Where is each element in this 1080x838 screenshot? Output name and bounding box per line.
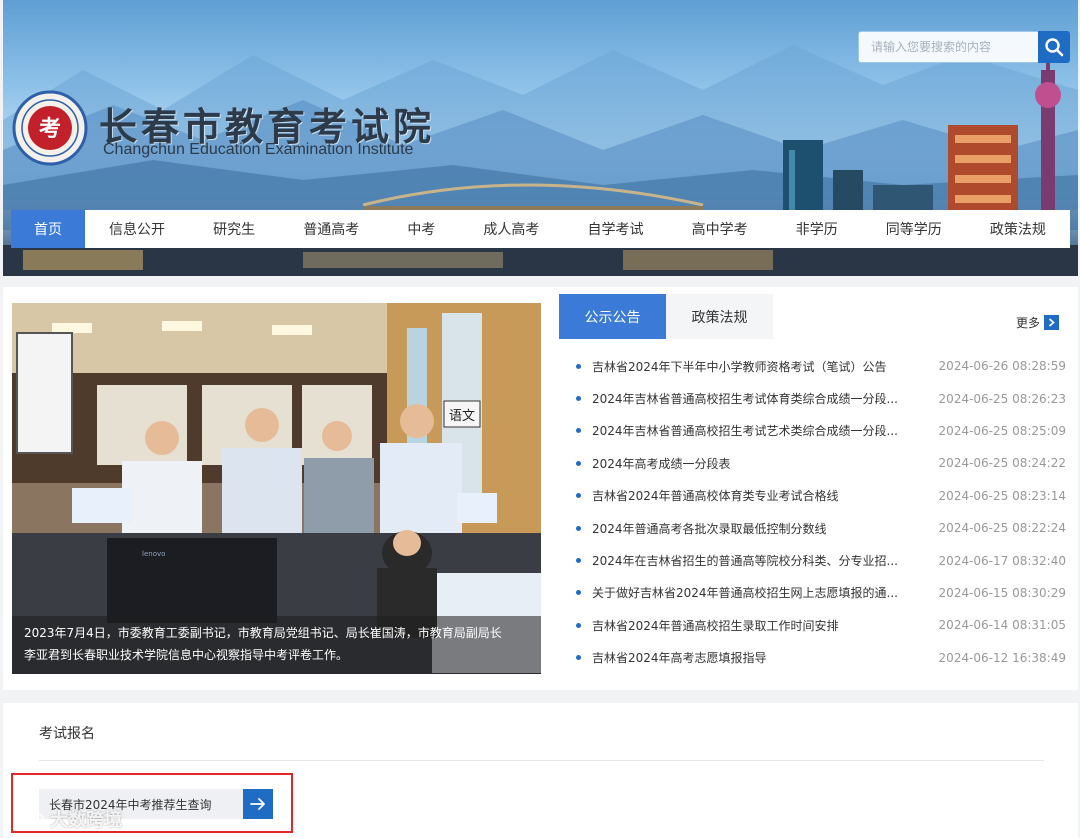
notice-date: 2024-06-15 08:30:29 — [938, 585, 1066, 600]
list-item[interactable]: 吉林省2024年高考志愿填报指导 2024-06-12 16:38:49 — [576, 642, 1066, 674]
list-item[interactable]: 吉林省2024年下半年中小学教师资格考试（笔试）公告 2024-06-26 08:… — [576, 350, 1066, 382]
feature-caption[interactable]: 2023年7月4日，市委教育工委副书记，市教育局党组书记、局长崔国涛，市教育局副… — [12, 616, 541, 674]
tab-policies[interactable]: 政策法规 — [666, 294, 773, 339]
bullet-icon — [576, 558, 581, 564]
search-button[interactable] — [1038, 31, 1070, 63]
more-link[interactable]: 更多 — [1016, 314, 1060, 331]
notice-title: 吉林省2024年普通高校招生录取工作时间安排 — [592, 618, 839, 633]
notice-title: 吉林省2024年高考志愿填报指导 — [592, 651, 767, 666]
more-label: 更多 — [1016, 316, 1041, 330]
bullet-icon — [576, 655, 581, 661]
watermark: 大数跨境 — [22, 806, 122, 832]
notice-date: 2024-06-25 08:22:24 — [938, 521, 1066, 536]
nav-item-academic-test[interactable]: 高中学考 — [668, 210, 772, 248]
nav-item-adult-exam[interactable]: 成人高考 — [459, 210, 563, 248]
notice-title: 吉林省2024年下半年中小学教师资格考试（笔试）公告 — [592, 359, 887, 374]
emblem-glyph: 考 — [39, 116, 61, 142]
nav-item-policy[interactable]: 政策法规 — [966, 210, 1070, 248]
feature-monitor — [107, 538, 277, 623]
notice-title: 关于做好吉林省2024年普通高校招生网上志愿填报的通... — [592, 586, 898, 601]
list-item[interactable]: 2024年高考成绩一分段表 2024-06-25 08:24:22 — [576, 447, 1066, 479]
chevron-right-icon — [1044, 315, 1060, 330]
notice-tabs: 公示公告 政策法规 — [559, 294, 773, 339]
list-item[interactable]: 2024年在吉林省招生的普通高等院校分科类、分专业招... 2024-06-17 … — [576, 544, 1066, 576]
feature-caption-line2: 李亚君到长春职业技术学院信息中心视察指导中考评卷工作。 — [24, 648, 349, 662]
bullet-icon — [576, 428, 581, 434]
exam-registration-section: 考试报名 长春市2024年中考推荐生查询 — [3, 703, 1078, 838]
nav-item-equivalent-degree[interactable]: 同等学历 — [862, 210, 966, 248]
notice-date: 2024-06-17 08:32:40 — [938, 553, 1066, 568]
nav-item-self-study[interactable]: 自学考试 — [563, 210, 667, 248]
notice-title: 2024年在吉林省招生的普通高等院校分科类、分专业招... — [592, 554, 898, 569]
section-title: 考试报名 — [39, 726, 95, 742]
search-input[interactable] — [858, 31, 1038, 63]
notice-title: 2024年普通高考各批次录取最低控制分数线 — [592, 521, 827, 536]
go-button[interactable] — [243, 789, 273, 819]
bullet-icon — [576, 363, 581, 369]
main-content: 语文 lenovo 2023年7月4日，市委教育工委副书记，市教育局党组书记、局… — [3, 287, 1078, 690]
classroom-sign-text: 语文 — [449, 409, 475, 424]
notice-date: 2024-06-25 08:25:09 — [938, 423, 1066, 438]
notice-title: 2024年吉林省普通高校招生考试体育类综合成绩一分段... — [592, 392, 898, 407]
notice-date: 2024-06-26 08:28:59 — [938, 359, 1066, 374]
notice-title: 2024年高考成绩一分段表 — [592, 456, 731, 471]
nav-item-graduate[interactable]: 研究生 — [189, 210, 279, 248]
site-title-en: Changchun Education Examination Institut… — [103, 141, 414, 158]
notice-date: 2024-06-12 16:38:49 — [938, 650, 1066, 665]
notice-list: 吉林省2024年下半年中小学教师资格考试（笔试）公告 2024-06-26 08:… — [576, 350, 1066, 674]
search-box — [858, 31, 1070, 63]
monitor-brand-text: lenovo — [142, 550, 165, 558]
list-item[interactable]: 吉林省2024年普通高校招生录取工作时间安排 2024-06-14 08:31:0… — [576, 609, 1066, 641]
divider — [39, 760, 1044, 761]
nav-item-home[interactable]: 首页 — [11, 210, 85, 248]
main-nav: 首页 信息公开 研究生 普通高考 中考 成人高考 自学考试 高中学考 非学历 同… — [11, 210, 1070, 248]
institute-emblem: 考 — [12, 90, 88, 166]
bullet-icon — [576, 493, 581, 499]
search-icon — [1045, 38, 1064, 57]
nav-item-info-disclosure[interactable]: 信息公开 — [85, 210, 189, 248]
bullet-icon — [576, 590, 581, 596]
nav-item-gaokao[interactable]: 普通高考 — [279, 210, 383, 248]
list-item[interactable]: 2024年普通高考各批次录取最低控制分数线 2024-06-25 08:22:24 — [576, 512, 1066, 544]
bullet-icon — [576, 525, 581, 531]
watermark-text: 大数跨境 — [50, 810, 122, 831]
notice-date: 2024-06-25 08:24:22 — [938, 456, 1066, 471]
feature-caption-line1: 2023年7月4日，市委教育工委副书记，市教育局党组书记、局长崔国涛，市教育局副… — [24, 626, 502, 640]
tab-announcements[interactable]: 公示公告 — [559, 294, 666, 339]
list-item[interactable]: 吉林省2024年普通高校体育类专业考试合格线 2024-06-25 08:23:1… — [576, 480, 1066, 512]
nav-item-zhongkao[interactable]: 中考 — [383, 210, 459, 248]
list-item[interactable]: 2024年吉林省普通高校招生考试体育类综合成绩一分段... 2024-06-25 … — [576, 382, 1066, 414]
bullet-icon — [576, 396, 581, 402]
nav-item-non-degree[interactable]: 非学历 — [772, 210, 862, 248]
watermark-logo-icon — [23, 813, 44, 825]
bullet-icon — [576, 622, 581, 628]
bullet-icon — [576, 460, 581, 466]
list-item[interactable]: 2024年吉林省普通高校招生考试艺术类综合成绩一分段... 2024-06-25 … — [576, 415, 1066, 447]
feature-photo[interactable]: 语文 lenovo 2023年7月4日，市委教育工委副书记，市教育局党组书记、局… — [12, 303, 541, 674]
notice-title: 2024年吉林省普通高校招生考试艺术类综合成绩一分段... — [592, 424, 898, 439]
notice-title: 吉林省2024年普通高校体育类专业考试合格线 — [592, 489, 839, 504]
list-item[interactable]: 关于做好吉林省2024年普通高校招生网上志愿填报的通... 2024-06-15 … — [576, 577, 1066, 609]
notice-date: 2024-06-25 08:26:23 — [938, 391, 1066, 406]
notice-date: 2024-06-25 08:23:14 — [938, 488, 1066, 503]
notice-date: 2024-06-14 08:31:05 — [938, 618, 1066, 633]
arrow-right-icon — [250, 798, 265, 810]
